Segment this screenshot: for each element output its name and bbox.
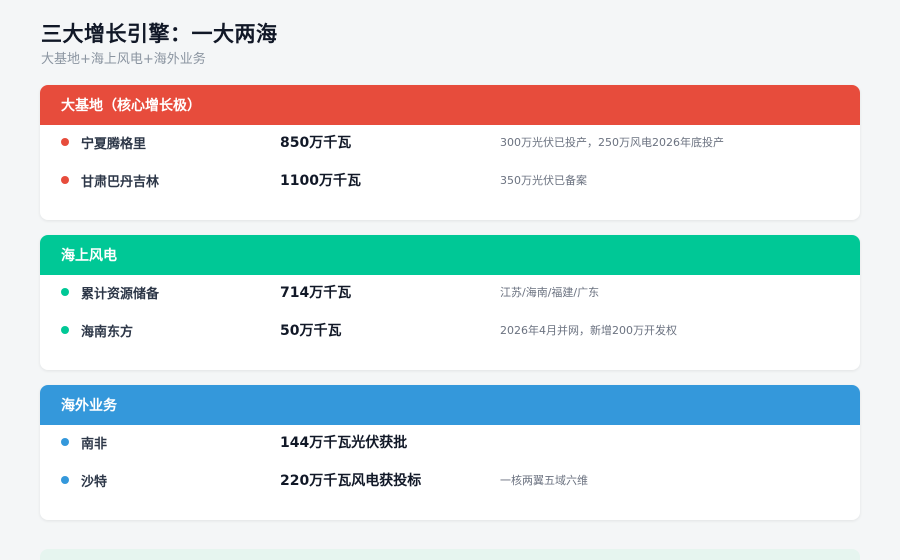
row-name: 甘肃巴丹吉林 bbox=[81, 174, 160, 190]
card-header-overseas: 海外业务 bbox=[40, 385, 860, 425]
row-note: 一核两翼五域六维 bbox=[500, 474, 588, 487]
row-value: 1100万千瓦 bbox=[280, 173, 361, 189]
page-subtitle: 大基地+海上风电+海外业务 bbox=[41, 52, 206, 67]
row-note: 2026年4月并网，新增200万开发权 bbox=[500, 324, 677, 337]
row-name: 沙特 bbox=[81, 474, 108, 490]
card-partial bbox=[40, 549, 860, 560]
row-name: 海南东方 bbox=[81, 324, 134, 340]
bullet-dot bbox=[61, 476, 69, 484]
row-value: 50万千瓦 bbox=[280, 323, 342, 339]
row-note: 350万光伏已备案 bbox=[500, 174, 587, 187]
list-item: 累计资源储备 714万千瓦 江苏/海南/福建/广东 bbox=[40, 280, 860, 304]
row-note: 300万光伏已投产，250万风电2026年底投产 bbox=[500, 136, 724, 149]
list-item: 南非 144万千瓦光伏获批 bbox=[40, 430, 860, 454]
card-base: 大基地（核心增长极） 宁夏腾格里 850万千瓦 300万光伏已投产，250万风电… bbox=[40, 85, 860, 220]
row-name: 累计资源储备 bbox=[81, 286, 160, 302]
row-note: 江苏/海南/福建/广东 bbox=[500, 286, 600, 299]
row-name: 宁夏腾格里 bbox=[81, 136, 147, 152]
card-overseas: 海外业务 南非 144万千瓦光伏获批 沙特 220万千瓦风电获投标 一核两翼五域… bbox=[40, 385, 860, 520]
bullet-dot bbox=[61, 326, 69, 334]
row-value: 220万千瓦风电获投标 bbox=[280, 473, 422, 489]
bullet-dot bbox=[61, 138, 69, 146]
bullet-dot bbox=[61, 438, 69, 446]
page: 三大增长引擎：一大两海 大基地+海上风电+海外业务 大基地（核心增长极） 宁夏腾… bbox=[0, 0, 900, 560]
list-item: 宁夏腾格里 850万千瓦 300万光伏已投产，250万风电2026年底投产 bbox=[40, 130, 860, 154]
bullet-dot bbox=[61, 288, 69, 296]
card-header-base: 大基地（核心增长极） bbox=[40, 85, 860, 125]
bullet-dot bbox=[61, 176, 69, 184]
row-value: 850万千瓦 bbox=[280, 135, 352, 151]
list-item: 沙特 220万千瓦风电获投标 一核两翼五域六维 bbox=[40, 468, 860, 492]
list-item: 甘肃巴丹吉林 1100万千瓦 350万光伏已备案 bbox=[40, 168, 860, 192]
list-item: 海南东方 50万千瓦 2026年4月并网，新增200万开发权 bbox=[40, 318, 860, 342]
page-title: 三大增长引擎：一大两海 bbox=[41, 22, 278, 46]
row-value: 714万千瓦 bbox=[280, 285, 352, 301]
row-name: 南非 bbox=[81, 436, 108, 452]
row-value: 144万千瓦光伏获批 bbox=[280, 435, 408, 451]
card-header-offshore: 海上风电 bbox=[40, 235, 860, 275]
card-offshore: 海上风电 累计资源储备 714万千瓦 江苏/海南/福建/广东 海南东方 50万千… bbox=[40, 235, 860, 370]
